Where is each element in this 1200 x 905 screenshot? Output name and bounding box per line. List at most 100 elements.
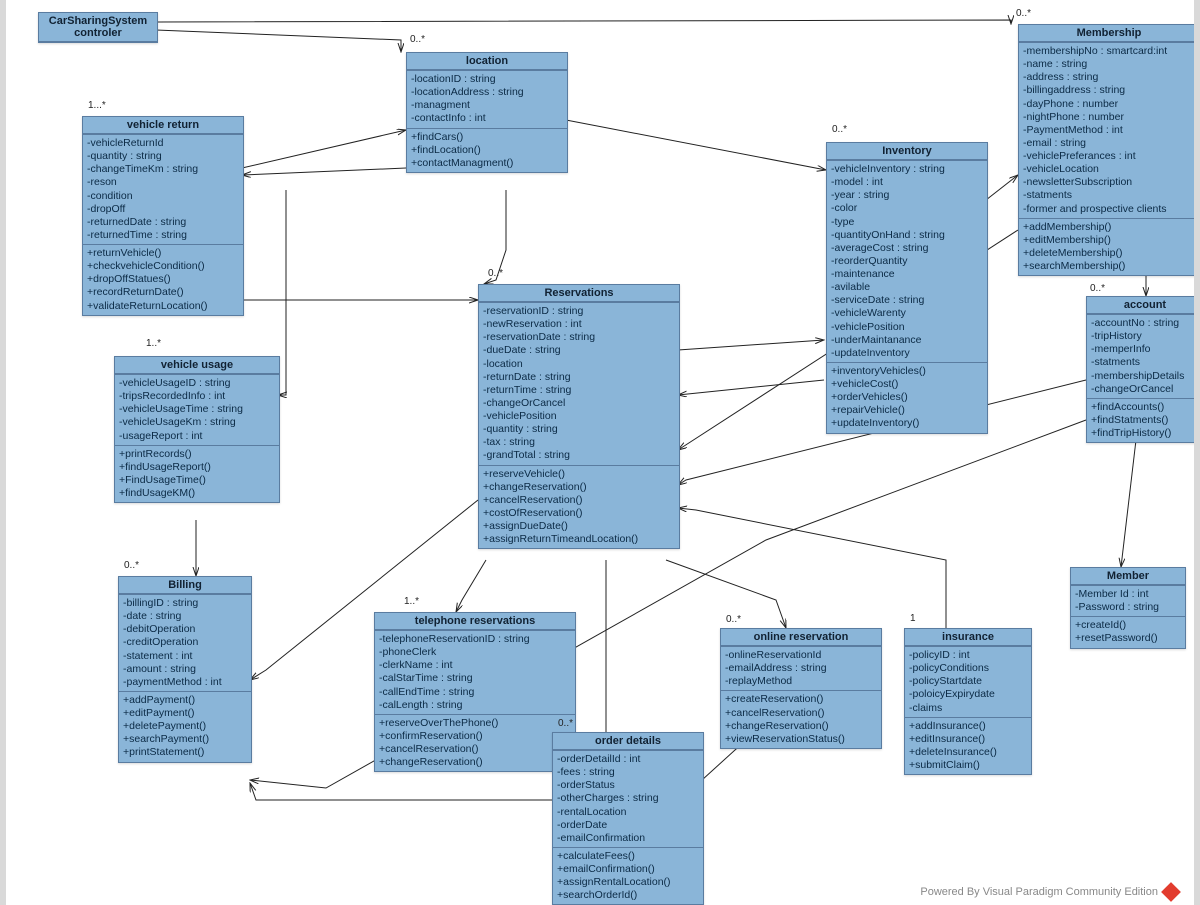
uml-attribute: -managment xyxy=(411,99,563,112)
uml-attribute: -newReservation : int xyxy=(483,318,675,331)
uml-operation: +calculateFees() xyxy=(557,850,699,863)
uml-operations-section: +findCars()+findLocation()+contactManagm… xyxy=(407,128,567,172)
uml-attribute: -onlineReservationId xyxy=(725,649,877,662)
uml-attribute: -type xyxy=(831,216,983,229)
uml-class-title: order details xyxy=(553,733,703,750)
uml-operations-section: +findAccounts()+findStatments()+findTrip… xyxy=(1087,398,1200,442)
uml-class-title: online reservation xyxy=(721,629,881,646)
uml-operation: +searchMembership() xyxy=(1023,260,1195,273)
multiplicity-label: 0..* xyxy=(1090,283,1105,294)
visual-paradigm-logo-icon xyxy=(1161,882,1181,902)
uml-attribute: -rentalLocation xyxy=(557,806,699,819)
uml-attribute: -policyStartdate xyxy=(909,675,1027,688)
uml-operation: +printStatement() xyxy=(123,746,247,759)
uml-operation: +checkvehicleCondition() xyxy=(87,260,239,273)
uml-operations-section: +createReservation()+cancelReservation()… xyxy=(721,690,881,748)
multiplicity-label: 1..* xyxy=(146,338,161,349)
uml-class-title: Billing xyxy=(119,577,251,594)
uml-attribute: -telephoneReservationID : string xyxy=(379,633,571,646)
uml-operation: +orderVehicles() xyxy=(831,391,983,404)
uml-attribute: -billingaddress : string xyxy=(1023,84,1195,97)
diagram-footer: Powered By Visual Paradigm Community Edi… xyxy=(920,885,1178,899)
uml-attributes-section: -reservationID : string-newReservation :… xyxy=(479,302,679,465)
uml-attribute: -claims xyxy=(909,702,1027,715)
uml-class-box[interactable]: location-locationID : string-locationAdd… xyxy=(406,52,568,173)
uml-operation: +addPayment() xyxy=(123,694,247,707)
uml-attributes-section: -telephoneReservationID : string-phoneCl… xyxy=(375,630,575,714)
uml-attribute: -serviceDate : string xyxy=(831,294,983,307)
uml-operation: +submitClaim() xyxy=(909,759,1027,772)
uml-class-title: Inventory xyxy=(827,143,987,160)
uml-attribute: -reservationDate : string xyxy=(483,331,675,344)
uml-operation: +findCars() xyxy=(411,131,563,144)
uml-operations-section: +reserveOverThePhone()+confirmReservatio… xyxy=(375,714,575,772)
uml-attribute: -averageCost : string xyxy=(831,242,983,255)
uml-attribute: -vehiclePreferances : int xyxy=(1023,150,1195,163)
uml-attribute: -vehicleWarenty xyxy=(831,307,983,320)
uml-class-box[interactable]: vehicle return-vehicleReturnId-quantity … xyxy=(82,116,244,316)
uml-attributes-section: -locationID : string-locationAddress : s… xyxy=(407,70,567,128)
uml-class-box[interactable]: account-accountNo : string-tripHistory-m… xyxy=(1086,296,1200,443)
uml-class-box[interactable]: CarSharingSystem controler xyxy=(38,12,158,43)
uml-operation: +inventoryVehicles() xyxy=(831,365,983,378)
uml-operation: +dropOffStatues() xyxy=(87,273,239,286)
uml-attribute: -vehicleLocation xyxy=(1023,163,1195,176)
uml-attribute: -vehicleUsageKm : string xyxy=(119,416,275,429)
uml-attribute: -orderDate xyxy=(557,819,699,832)
uml-attribute: -changeOrCancel xyxy=(1091,383,1199,396)
uml-attribute: -dayPhone : number xyxy=(1023,98,1195,111)
uml-attribute: -PaymentMethod : int xyxy=(1023,124,1195,137)
uml-attribute: -year : string xyxy=(831,189,983,202)
uml-attribute: -locationAddress : string xyxy=(411,86,563,99)
uml-class-box[interactable]: Member-Member Id : int-Password : string… xyxy=(1070,567,1186,649)
uml-attribute: -changeOrCancel xyxy=(483,397,675,410)
uml-class-box[interactable]: vehicle usage-vehicleUsageID : string-tr… xyxy=(114,356,280,503)
uml-attribute: -poloicyExpirydate xyxy=(909,688,1027,701)
uml-attribute: -statement : int xyxy=(123,650,247,663)
uml-attribute: -vehicleUsageID : string xyxy=(119,377,275,390)
uml-attribute: -maintenance xyxy=(831,268,983,281)
uml-attributes-section: -billingID : string-date : string-debitO… xyxy=(119,594,251,691)
uml-attribute: -contactInfo : int xyxy=(411,112,563,125)
uml-attribute: -color xyxy=(831,202,983,215)
uml-class-box[interactable]: online reservation -onlineReservationId-e… xyxy=(720,628,882,749)
uml-operation: +addMembership() xyxy=(1023,221,1195,234)
uml-attribute: -reservationID : string xyxy=(483,305,675,318)
uml-class-box[interactable]: insurance-policyID : int-policyCondition… xyxy=(904,628,1032,775)
multiplicity-label: 1..* xyxy=(404,596,419,607)
uml-attribute: -address : string xyxy=(1023,71,1195,84)
uml-operation: +assignReturnTimeandLocation() xyxy=(483,533,675,546)
multiplicity-label: 0..* xyxy=(410,34,425,45)
uml-class-title: account xyxy=(1087,297,1200,314)
uml-operations-section: +reserveVehicle()+changeReservation()+ca… xyxy=(479,465,679,549)
uml-operation: +returnVehicle() xyxy=(87,247,239,260)
uml-attribute: -tripHistory xyxy=(1091,330,1199,343)
uml-attribute: -model : int xyxy=(831,176,983,189)
uml-attribute: -grandTotal : string xyxy=(483,449,675,462)
uml-attribute: -orderStatus xyxy=(557,779,699,792)
uml-attributes-section: -vehicleUsageID : string-tripsRecordedIn… xyxy=(115,374,279,445)
uml-class-box[interactable]: order details-orderDetailId : int-fees :… xyxy=(552,732,704,905)
uml-operation: +editMembership() xyxy=(1023,234,1195,247)
uml-operation: +editInsurance() xyxy=(909,733,1027,746)
uml-attributes-section: -orderDetailId : int-fees : string-order… xyxy=(553,750,703,847)
uml-class-box[interactable]: Billing-billingID : string-date : string… xyxy=(118,576,252,763)
uml-class-box[interactable]: Membership-membershipNo : smartcard:int-… xyxy=(1018,24,1200,276)
uml-operation: +changeReservation() xyxy=(379,756,571,769)
uml-attributes-section: -accountNo : string-tripHistory-memperIn… xyxy=(1087,314,1200,398)
uml-attribute: -clerkName : int xyxy=(379,659,571,672)
uml-operation: +changeReservation() xyxy=(725,720,877,733)
uml-operation: +assignRentalLocation() xyxy=(557,876,699,889)
uml-operation: +findLocation() xyxy=(411,144,563,157)
uml-attributes-section: -vehicleInventory : string-model : int-y… xyxy=(827,160,987,362)
uml-attribute: -newsletterSubscription xyxy=(1023,176,1195,189)
uml-class-box[interactable]: Reservations-reservationID : string-newR… xyxy=(478,284,680,549)
uml-operation: +assignDueDate() xyxy=(483,520,675,533)
uml-operation: +editPayment() xyxy=(123,707,247,720)
uml-attribute: -emailAddress : string xyxy=(725,662,877,675)
uml-class-box[interactable]: Inventory-vehicleInventory : string-mode… xyxy=(826,142,988,434)
uml-attribute: -avilable xyxy=(831,281,983,294)
uml-operation: +contactManagment() xyxy=(411,157,563,170)
uml-attribute: -otherCharges : string xyxy=(557,792,699,805)
uml-class-box[interactable]: telephone reservations-telephoneReservat… xyxy=(374,612,576,772)
